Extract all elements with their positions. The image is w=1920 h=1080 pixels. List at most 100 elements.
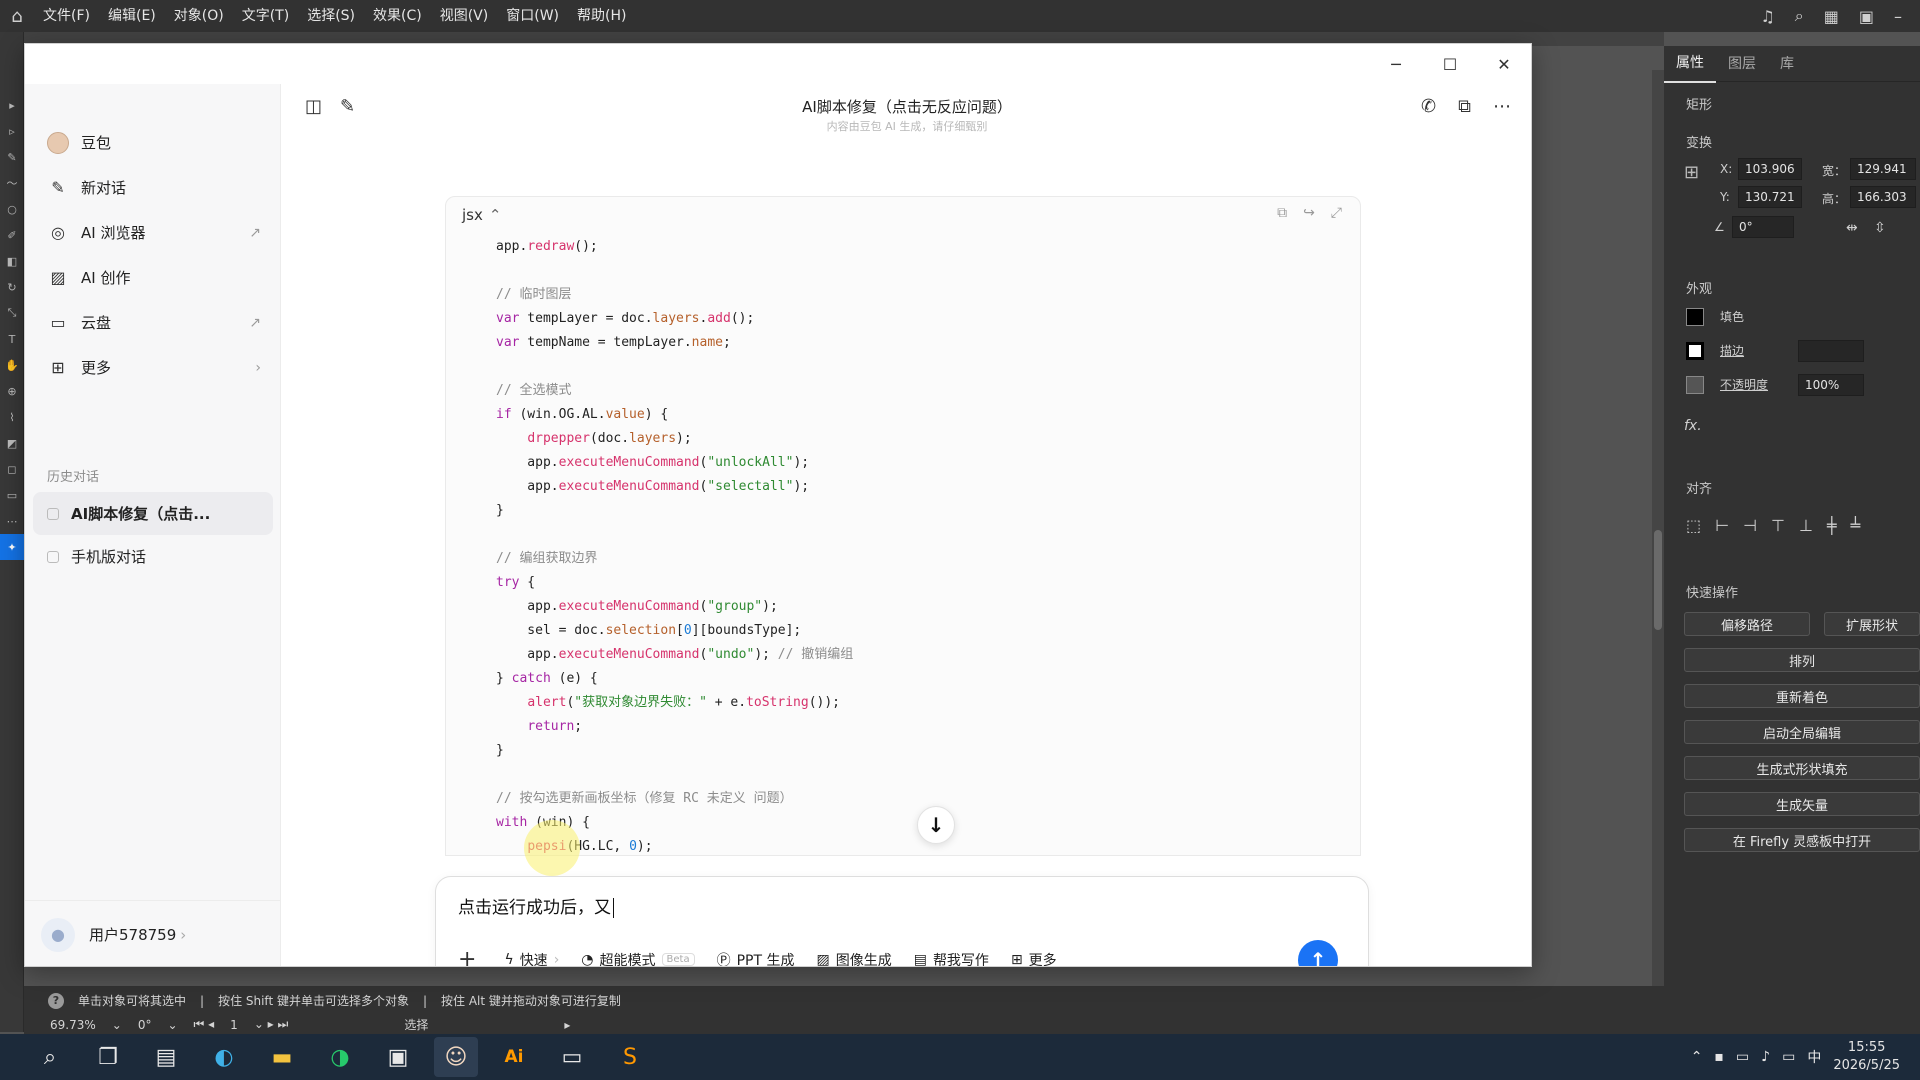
align-vcenter-icon[interactable]: ╪ (1827, 516, 1837, 535)
ime-indicator[interactable]: 中 (1807, 1047, 1821, 1067)
eraser-tool-icon[interactable]: ◧ (0, 248, 24, 274)
file-explorer-icon[interactable]: ▬ (260, 1037, 304, 1077)
chevron-down-icon[interactable]: ⌄ (167, 1018, 177, 1032)
generative-shape-fill-button[interactable]: 生成式形状填充 (1684, 756, 1920, 780)
menu-effect[interactable]: 效果(C) (364, 0, 431, 32)
menu-type[interactable]: 文字(T) (233, 0, 298, 32)
sidebar-item-doubao[interactable]: 豆包 (33, 120, 273, 165)
menu-view[interactable]: 视图(V) (431, 0, 498, 32)
history-item[interactable]: AI脚本修复（点击... (33, 492, 273, 535)
workspace-icon[interactable]: ▦ (1824, 7, 1839, 26)
zoom-tool-icon[interactable]: ⊕ (0, 378, 24, 404)
sidebar-item-new-chat[interactable]: ✎ 新对话 (33, 165, 273, 210)
terminal-icon[interactable]: ▭ (550, 1037, 594, 1077)
home-icon[interactable]: ⌂ (0, 0, 34, 32)
share-arrow-icon[interactable]: ↪ (1303, 205, 1315, 221)
menu-file[interactable]: 文件(F) (34, 0, 99, 32)
tab-layers[interactable]: 图层 (1716, 46, 1768, 82)
rotate-angle-input[interactable]: 0° (1732, 216, 1794, 238)
clock[interactable]: 15:55 2026/5/25 (1833, 1039, 1900, 1075)
generative-tool-icon[interactable]: ✦ (0, 534, 24, 560)
opacity-label[interactable]: 不透明度 (1720, 376, 1768, 393)
bell-icon[interactable]: ♫ (1760, 7, 1774, 26)
stroke-swatch[interactable] (1686, 342, 1704, 360)
artboard-nav-prev-icon[interactable]: ⏮ ◂ (194, 1017, 215, 1032)
share-icon[interactable]: ⧉ (1458, 96, 1471, 117)
task-view-icon[interactable]: ❐ (86, 1037, 130, 1077)
expand-shape-button[interactable]: 扩展形状 (1824, 612, 1920, 636)
color-mode-icon[interactable]: ◻ (0, 456, 24, 482)
curvature-tool-icon[interactable]: 〜 (0, 170, 24, 196)
menu-window[interactable]: 窗口(W) (497, 0, 568, 32)
align-top-icon[interactable]: ⊥ (1799, 516, 1813, 535)
store-icon[interactable]: ▤ (144, 1037, 188, 1077)
more-tools-button[interactable]: ⊞ 更多 (1011, 950, 1057, 967)
align-hcenter-icon[interactable]: ⊣ (1743, 516, 1757, 535)
tab-properties[interactable]: 属性 (1664, 45, 1716, 83)
history-item[interactable]: 手机版对话 (33, 535, 273, 578)
eyedropper-tool-icon[interactable]: ⌇ (0, 404, 24, 430)
help-icon[interactable]: ? (48, 992, 64, 1009)
sidebar-item-more[interactable]: ⊞ 更多 › (33, 345, 273, 390)
scroll-to-bottom-button[interactable]: ↓ (917, 806, 955, 844)
close-icon[interactable]: ✕ (1477, 44, 1531, 84)
align-left-icon[interactable]: ⊢ (1715, 516, 1729, 535)
screen-mode-icon[interactable]: ▭ (0, 482, 24, 508)
more-tools-icon[interactable]: ⋯ (0, 508, 24, 534)
brush-tool-icon[interactable]: ✐ (0, 222, 24, 248)
minimize-app-icon[interactable]: – (1894, 7, 1902, 26)
fx-label[interactable]: fx. (1684, 418, 1702, 434)
menu-select[interactable]: 选择(S) (298, 0, 364, 32)
maximize-icon[interactable]: ☐ (1423, 44, 1477, 84)
y-input[interactable]: 130.721 (1738, 186, 1802, 208)
send-button[interactable]: ↑ (1298, 940, 1338, 966)
global-edit-button[interactable]: 启动全局编辑 (1684, 720, 1920, 744)
edge-browser-icon[interactable]: ◐ (202, 1037, 246, 1077)
height-input[interactable]: 166.303 (1850, 186, 1916, 208)
search-icon[interactable]: ⌕ (28, 1037, 72, 1077)
stroke-label[interactable]: 描边 (1720, 342, 1744, 359)
quick-mode-button[interactable]: ϟ 快速 › (504, 950, 559, 967)
sidebar-item-ai-browser[interactable]: ◎ AI 浏览器 ↗ (33, 210, 273, 255)
tab-libraries[interactable]: 库 (1768, 46, 1806, 82)
x-input[interactable]: 103.906 (1738, 158, 1802, 180)
flip-horizontal-icon[interactable]: ⇹ (1846, 220, 1858, 236)
chevron-up-icon[interactable]: ⌃ (1691, 1049, 1703, 1065)
generate-vector-button[interactable]: 生成矢量 (1684, 792, 1920, 816)
image-generate-button[interactable]: ▨ 图像生成 (816, 950, 891, 967)
zoom-select[interactable]: 69.73% (50, 1018, 96, 1032)
edge-beta-icon[interactable]: ◑ (318, 1037, 362, 1077)
type-tool-icon[interactable]: T (0, 326, 24, 352)
chevron-down-icon[interactable]: ⌄ (112, 1018, 122, 1032)
phone-icon[interactable]: ✆ (1421, 96, 1436, 117)
offset-path-button[interactable]: 偏移路径 (1684, 612, 1810, 636)
copy-icon[interactable]: ⧉ (1277, 205, 1287, 221)
width-input[interactable]: 129.941 (1850, 158, 1916, 180)
menu-help[interactable]: 帮助(H) (568, 0, 635, 32)
sublime-icon[interactable]: S (608, 1037, 652, 1077)
rotate-view-select[interactable]: 0° (138, 1018, 152, 1032)
collapse-chevron-up-icon[interactable]: ⌃ (489, 206, 502, 224)
fill-stroke-swatch-icon[interactable]: ◩ (0, 430, 24, 456)
volume-icon[interactable]: ♪ (1761, 1049, 1770, 1065)
align-right-icon[interactable]: ⊤ (1771, 516, 1785, 535)
scrollbar-thumb[interactable] (1654, 530, 1662, 630)
play-icon[interactable]: ▸ (564, 1018, 570, 1032)
artboard-nav-next-icon[interactable]: ⌄ ▸ ⏭ (254, 1017, 289, 1032)
add-attachment-icon[interactable]: + (458, 947, 476, 966)
network-icon[interactable]: ▭ (1782, 1049, 1795, 1065)
expand-icon[interactable]: ⤢ (1331, 205, 1342, 221)
tray-app-icon[interactable]: ▪ (1714, 1049, 1724, 1065)
menu-edit[interactable]: 编辑(E) (99, 0, 165, 32)
doubao-app-icon[interactable]: ☺ (434, 1037, 478, 1077)
super-mode-button[interactable]: ◔ 超能模式 Beta (581, 950, 695, 966)
message-input[interactable]: 点击运行成功后，又 (458, 893, 614, 918)
rotate-tool-icon[interactable]: ↻ (0, 274, 24, 300)
reference-point-icon[interactable]: ⊞ (1684, 162, 1699, 183)
select-tool-icon[interactable]: ▸ (0, 92, 24, 118)
opacity-input[interactable]: 100% (1798, 374, 1864, 396)
sidebar-item-cloud-drive[interactable]: ▭ 云盘 ↗ (33, 300, 273, 345)
stroke-weight-input[interactable] (1798, 340, 1864, 362)
arrange-icon[interactable]: ▣ (1859, 7, 1874, 26)
menu-object[interactable]: 对象(O) (165, 0, 233, 32)
